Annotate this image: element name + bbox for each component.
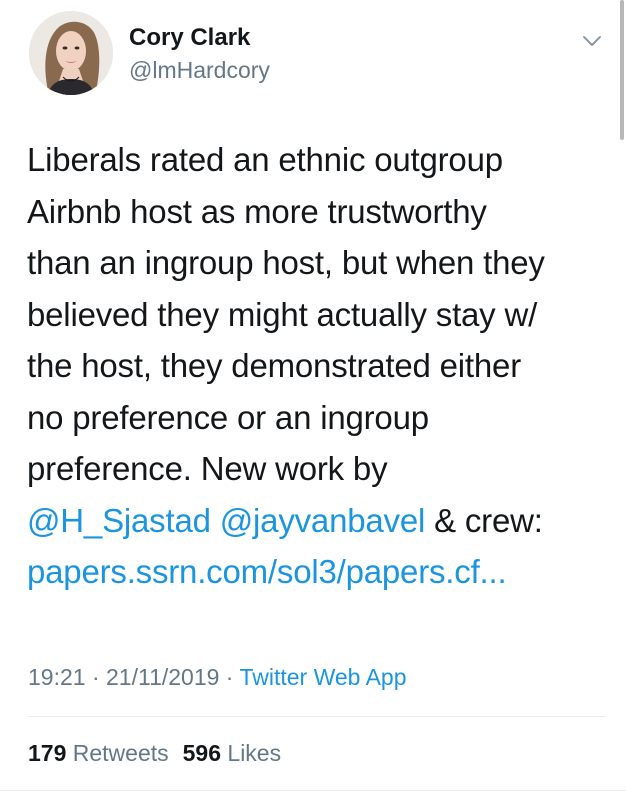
- mention-link-jayvanbavel[interactable]: @jayvanbavel: [220, 502, 426, 539]
- mention-link-h-sjastad[interactable]: @H_Sjastad: [27, 502, 211, 539]
- tweet-stats: 179 Retweets 596 Likes: [28, 740, 295, 767]
- chevron-down-icon: [583, 36, 601, 46]
- retweets-count: 179: [28, 740, 67, 766]
- author-handle[interactable]: @lmHardcory: [129, 57, 270, 84]
- tweet-text-line: no preference or an ingroup: [27, 398, 429, 436]
- meta-separator: ·: [85, 664, 107, 690]
- tweet-text-line: the host, they demonstrated either: [27, 347, 522, 384]
- tweet-meta: 19:21 · 21/11/2019 · Twitter Web App: [28, 664, 407, 691]
- tweet-menu-button[interactable]: [580, 28, 604, 52]
- avatar-photo-icon: [29, 11, 113, 95]
- tweet-text-link-line: papers.ssrn.com/sol3/papers.cf...: [27, 546, 607, 598]
- divider: [0, 790, 626, 791]
- paper-link[interactable]: papers.ssrn.com/sol3/papers.cf...: [27, 553, 507, 590]
- tweet-text-line: Liberals rated an ethnic outgroup: [27, 141, 503, 178]
- author-name[interactable]: Cory Clark: [129, 24, 250, 52]
- scrollbar[interactable]: [620, 0, 624, 140]
- tweet-text-line: Airbnb host as more trustworthy: [27, 192, 487, 230]
- tweet-text: Liberals rated an ethnic outgroup Airbnb…: [27, 134, 607, 598]
- tweet-date[interactable]: 21/11/2019: [106, 664, 219, 690]
- tweet-text-mentions-line: @H_Sjastad @jayvanbavel & crew:: [27, 495, 607, 547]
- tweet-source-link[interactable]: Twitter Web App: [239, 664, 406, 690]
- tweet-text-line: preference. New work by: [27, 450, 388, 487]
- mention-suffix: & crew:: [425, 501, 543, 539]
- tweet-text-line: than an ingroup host, but when they: [27, 244, 545, 281]
- retweets-stat[interactable]: 179 Retweets: [28, 740, 169, 766]
- tweet-text-line: believed they might actually stay w/: [27, 295, 538, 333]
- retweets-label: Retweets: [72, 740, 169, 766]
- likes-stat[interactable]: 596 Likes: [183, 740, 281, 766]
- likes-count: 596: [182, 740, 222, 766]
- tweet-time[interactable]: 19:21: [28, 664, 86, 690]
- avatar[interactable]: [29, 11, 113, 95]
- tweet-card: Cory Clark @lmHardcory Liberals rated an…: [0, 0, 626, 800]
- likes-label: Likes: [227, 740, 282, 766]
- meta-separator: ·: [219, 664, 240, 690]
- divider: [28, 716, 606, 717]
